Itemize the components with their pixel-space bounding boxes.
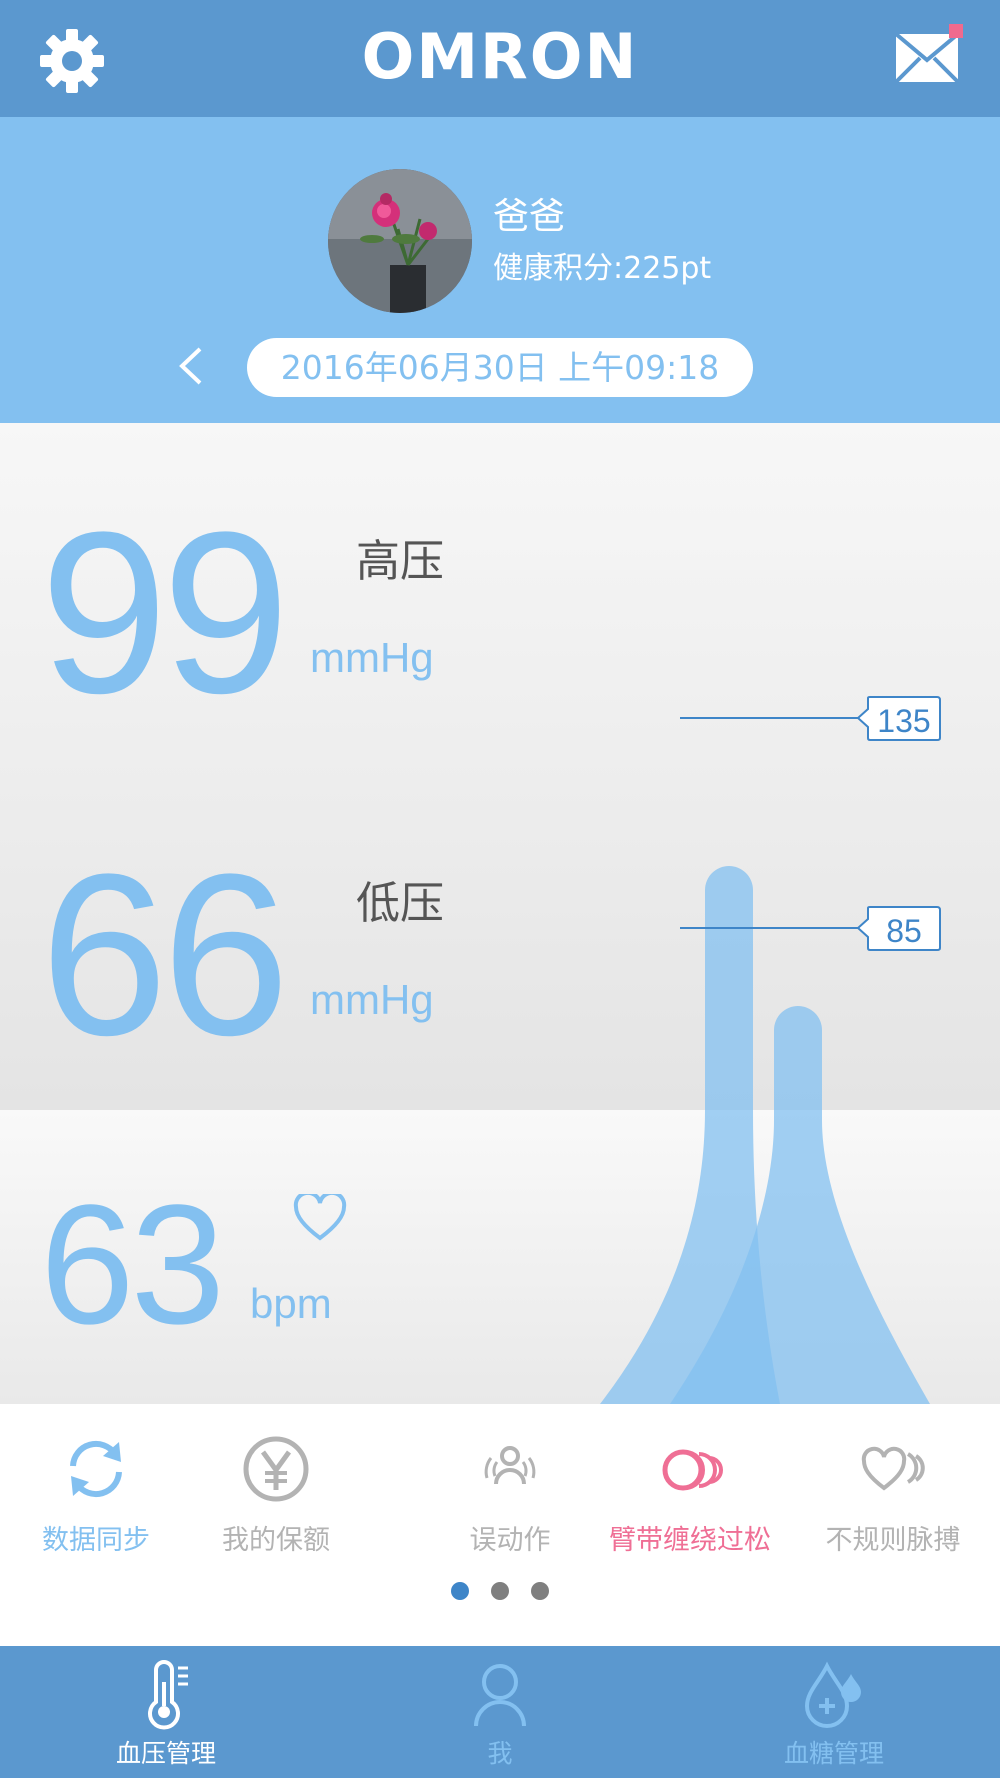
- systolic-value: 99: [40, 484, 290, 741]
- irregular-pulse-icon: [861, 1446, 925, 1491]
- tab-label: 血糖管理: [783, 1739, 884, 1768]
- feature-insurance[interactable]: 我的保额: [216, 1434, 336, 1557]
- profile-name: 爸爸: [493, 196, 566, 237]
- diastolic-label: 低压: [356, 878, 444, 929]
- blood-drop-icon: [804, 1661, 861, 1728]
- person-icon: [474, 1664, 526, 1727]
- feature-movement[interactable]: 误动作: [460, 1434, 560, 1557]
- tab-label: 我: [487, 1739, 513, 1768]
- feature-data-sync[interactable]: 数据同步: [36, 1434, 156, 1557]
- omron-logo: OMRON: [361, 20, 639, 93]
- envelope-icon[interactable]: [894, 32, 960, 84]
- avatar[interactable]: [328, 169, 472, 313]
- health-points: 健康积分:225pt: [493, 251, 712, 286]
- feature-cuff-loose[interactable]: 臂带缠绕过松: [600, 1434, 780, 1557]
- feature-label: 数据同步: [42, 1525, 150, 1556]
- systolic-threshold-label: 135: [877, 703, 930, 739]
- diastolic-value: 66: [40, 826, 290, 1083]
- chevron-left-icon[interactable]: [170, 341, 210, 391]
- page-indicator: [0, 1582, 1000, 1604]
- cuff-loose-icon: [662, 1449, 723, 1491]
- tab-blood-pressure[interactable]: 血压管理: [46, 1646, 286, 1778]
- feature-label: 臂带缠绕过松: [609, 1525, 771, 1556]
- pulse-unit: bpm: [250, 1280, 332, 1327]
- tab-me[interactable]: 我: [380, 1646, 620, 1778]
- profile-panel: 爸爸 健康积分:225pt 2016年06月30日 上午09:18: [0, 117, 1000, 423]
- heart-icon: [293, 1194, 347, 1241]
- feature-bar: 数据同步 我的保额 误动作 臂带缠绕过松 不规则脉搏: [0, 1404, 1000, 1646]
- page-dot-2[interactable]: [491, 1582, 509, 1600]
- movement-icon: [484, 1446, 536, 1485]
- page-dot-3[interactable]: [531, 1582, 549, 1600]
- tab-label: 血压管理: [115, 1739, 216, 1768]
- sync-icon: [70, 1440, 122, 1498]
- feature-label: 误动作: [469, 1525, 551, 1556]
- feature-irregular-pulse[interactable]: 不规则脉搏: [818, 1434, 968, 1557]
- tab-blood-sugar[interactable]: 血糖管理: [714, 1646, 954, 1778]
- feature-label: 我的保额: [222, 1525, 330, 1556]
- systolic-unit: mmHg: [310, 634, 434, 681]
- diastolic-threshold-label: 85: [886, 913, 922, 949]
- page-dot-1[interactable]: [451, 1582, 469, 1600]
- diastolic-unit: mmHg: [310, 976, 434, 1023]
- thermometer-icon: [148, 1660, 188, 1730]
- measurement-datetime[interactable]: 2016年06月30日 上午09:18: [247, 338, 753, 397]
- systolic-label: 高压: [356, 536, 444, 587]
- unread-badge: [949, 24, 963, 38]
- bottom-nav: 血压管理 我 血糖管理: [0, 1646, 1000, 1778]
- top-bar: OMRON: [0, 0, 1000, 117]
- pulse-value: 63: [40, 1170, 225, 1360]
- feature-label: 不规则脉搏: [825, 1525, 961, 1556]
- yen-icon: [243, 1436, 309, 1502]
